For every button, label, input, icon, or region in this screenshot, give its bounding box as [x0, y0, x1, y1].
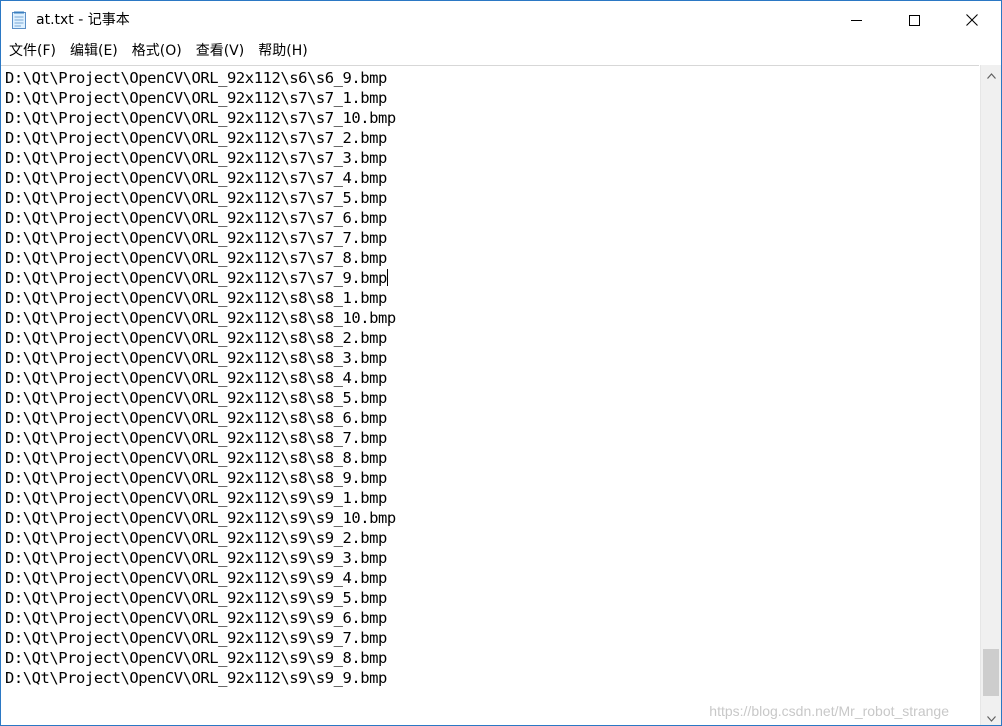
text-line: D:\Qt\Project\OpenCV\ORL_92x112\s7\s7_7.… [5, 229, 387, 247]
text-line: D:\Qt\Project\OpenCV\ORL_92x112\s8\s8_9.… [5, 469, 387, 487]
text-line: D:\Qt\Project\OpenCV\ORL_92x112\s8\s8_2.… [5, 329, 387, 347]
text-line-with-caret: D:\Qt\Project\OpenCV\ORL_92x112\s7\s7_9.… [5, 268, 396, 288]
text-line: D:\Qt\Project\OpenCV\ORL_92x112\s8\s8_8.… [5, 449, 387, 467]
text-line: D:\Qt\Project\OpenCV\ORL_92x112\s7\s7_5.… [5, 189, 387, 207]
menu-view[interactable]: 查看(V) [189, 39, 252, 63]
text-lines: D:\Qt\Project\OpenCV\ORL_92x112\s6\s6_9.… [5, 68, 396, 688]
maximize-icon [908, 11, 920, 30]
vertical-scrollbar[interactable] [980, 65, 1001, 725]
text-line: D:\Qt\Project\OpenCV\ORL_92x112\s7\s7_8.… [5, 249, 387, 267]
text-line: D:\Qt\Project\OpenCV\ORL_92x112\s8\s8_6.… [5, 409, 387, 427]
notepad-icon[interactable] [12, 11, 26, 29]
scroll-down-arrow-icon [986, 707, 996, 726]
close-button[interactable] [943, 1, 1001, 39]
scroll-up-arrow-icon [986, 64, 996, 83]
menu-file[interactable]: 文件(F) [1, 39, 63, 63]
text-line: D:\Qt\Project\OpenCV\ORL_92x112\s9\s9_1.… [5, 489, 387, 507]
text-line: D:\Qt\Project\OpenCV\ORL_92x112\s6\s6_9.… [5, 69, 387, 87]
text-line: D:\Qt\Project\OpenCV\ORL_92x112\s7\s7_9.… [5, 269, 387, 287]
notepad-window: at.txt - 记事本 文件(F) 编辑(E) 格式(O) 查看(V) 帮助(… [0, 0, 1002, 726]
minimize-button[interactable] [827, 1, 885, 39]
text-line: D:\Qt\Project\OpenCV\ORL_92x112\s9\s9_10… [5, 509, 396, 527]
close-icon [966, 11, 978, 30]
text-line: D:\Qt\Project\OpenCV\ORL_92x112\s9\s9_9.… [5, 669, 387, 687]
text-line: D:\Qt\Project\OpenCV\ORL_92x112\s8\s8_7.… [5, 429, 387, 447]
menu-edit[interactable]: 编辑(E) [63, 39, 125, 63]
text-line: D:\Qt\Project\OpenCV\ORL_92x112\s7\s7_1.… [5, 89, 387, 107]
text-line: D:\Qt\Project\OpenCV\ORL_92x112\s7\s7_10… [5, 109, 396, 127]
text-line: D:\Qt\Project\OpenCV\ORL_92x112\s7\s7_4.… [5, 169, 387, 187]
menu-help[interactable]: 帮助(H) [251, 39, 314, 63]
text-line: D:\Qt\Project\OpenCV\ORL_92x112\s9\s9_8.… [5, 649, 387, 667]
text-editor[interactable]: D:\Qt\Project\OpenCV\ORL_92x112\s6\s6_9.… [1, 65, 979, 725]
text-line: D:\Qt\Project\OpenCV\ORL_92x112\s9\s9_3.… [5, 549, 387, 567]
text-line: D:\Qt\Project\OpenCV\ORL_92x112\s9\s9_5.… [5, 589, 387, 607]
text-caret [386, 269, 388, 286]
title-bar[interactable]: at.txt - 记事本 [1, 1, 1001, 39]
scroll-thumb[interactable] [983, 649, 999, 696]
text-line: D:\Qt\Project\OpenCV\ORL_92x112\s8\s8_3.… [5, 349, 387, 367]
text-line: D:\Qt\Project\OpenCV\ORL_92x112\s9\s9_4.… [5, 569, 387, 587]
text-line: D:\Qt\Project\OpenCV\ORL_92x112\s8\s8_10… [5, 309, 396, 327]
scroll-down-button[interactable] [981, 708, 1001, 725]
scroll-up-button[interactable] [981, 65, 1001, 82]
text-line: D:\Qt\Project\OpenCV\ORL_92x112\s8\s8_4.… [5, 369, 387, 387]
watermark: https://blog.csdn.net/Mr_robot_strange [709, 703, 949, 719]
text-line: D:\Qt\Project\OpenCV\ORL_92x112\s8\s8_1.… [5, 289, 387, 307]
text-line: D:\Qt\Project\OpenCV\ORL_92x112\s8\s8_5.… [5, 389, 387, 407]
maximize-button[interactable] [885, 1, 943, 39]
text-line: D:\Qt\Project\OpenCV\ORL_92x112\s9\s9_6.… [5, 609, 387, 627]
text-line: D:\Qt\Project\OpenCV\ORL_92x112\s7\s7_2.… [5, 129, 387, 147]
text-line: D:\Qt\Project\OpenCV\ORL_92x112\s9\s9_2.… [5, 529, 387, 547]
window-title: at.txt - 记事本 [36, 12, 130, 28]
text-line: D:\Qt\Project\OpenCV\ORL_92x112\s7\s7_3.… [5, 149, 387, 167]
menu-bar: 文件(F) 编辑(E) 格式(O) 查看(V) 帮助(H) [1, 39, 1001, 63]
text-line: D:\Qt\Project\OpenCV\ORL_92x112\s9\s9_7.… [5, 629, 387, 647]
minimize-icon [850, 11, 862, 30]
menu-format[interactable]: 格式(O) [125, 39, 189, 63]
text-line: D:\Qt\Project\OpenCV\ORL_92x112\s7\s7_6.… [5, 209, 387, 227]
